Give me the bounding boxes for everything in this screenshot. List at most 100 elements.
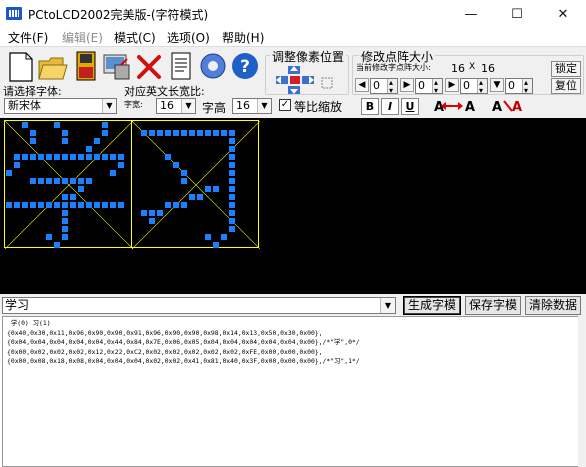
glyph-pixel — [46, 202, 52, 208]
glyph-pixel — [38, 154, 44, 160]
glyph-pixel — [181, 130, 187, 136]
dot-matrix-group: 修改点阵大小 当前修改字点阵大小: 16 X 16 锁定 ◀ 0 ▶ 0 ▶ 0… — [352, 48, 584, 98]
menu-edit[interactable]: 编辑(E) — [62, 29, 103, 46]
open-folder-icon[interactable] — [37, 49, 69, 83]
glyph-pixel — [6, 202, 12, 208]
glyph-pixel — [94, 202, 100, 208]
glyph-pixel — [78, 154, 84, 160]
glyph-pixel — [165, 154, 171, 160]
menu-options[interactable]: 选项(O) — [167, 29, 210, 46]
text-input[interactable]: 学习 ▼ — [2, 297, 396, 314]
spinner-left[interactable]: 0 — [370, 76, 398, 98]
char-width-value: 16 — [160, 99, 174, 112]
glyph-pixel — [205, 234, 211, 240]
width-ratio-label: 对应英文长宽比: — [124, 85, 205, 98]
glyph-cell-xue[interactable] — [4, 120, 133, 249]
glyph-pixel — [14, 162, 20, 168]
import-image-icon[interactable] — [101, 49, 133, 83]
char-height-value: 16 — [236, 99, 250, 112]
glyph-pixel — [229, 178, 235, 184]
minimize-button[interactable]: — — [448, 0, 494, 28]
glyph-pixel — [141, 210, 147, 216]
shrink-right-icon[interactable]: ▶ — [445, 78, 459, 92]
shrink-left-icon[interactable]: ◀ — [355, 78, 369, 92]
char-height-label: 字高 — [202, 101, 227, 115]
glyph-pixel — [22, 202, 28, 208]
menu-mode[interactable]: 模式(C) — [114, 29, 156, 46]
glyph-pixel — [173, 162, 179, 168]
underline-button[interactable]: U — [401, 98, 419, 115]
proportional-label: 等比缩放 — [294, 100, 343, 114]
save-disk-icon[interactable] — [70, 49, 102, 83]
glyph-pixel — [22, 122, 28, 128]
glyph-pixel — [86, 154, 92, 160]
font-select[interactable]: 新宋体 ▼ — [4, 98, 117, 114]
shrink-bottom-icon[interactable]: ▼ — [490, 78, 504, 92]
glyph-pixel — [30, 138, 36, 144]
notes-icon[interactable] — [164, 49, 196, 83]
chevron-down-icon: ▼ — [380, 298, 395, 313]
settings-gear-icon[interactable] — [197, 49, 229, 83]
output-scrollbar[interactable] — [578, 316, 586, 467]
glyph-pixel — [213, 130, 219, 136]
glyph-pixel — [78, 178, 84, 184]
glyph-pixel — [229, 218, 235, 224]
glyph-pixel — [149, 218, 155, 224]
glyph-pixel — [54, 154, 60, 160]
glyph-cell-xi[interactable] — [131, 120, 260, 249]
flip-vertical-icon[interactable]: AA — [490, 97, 532, 115]
spinner-right[interactable]: 0 — [460, 76, 488, 98]
generate-button[interactable]: 生成字模 — [403, 296, 461, 315]
spinner-top[interactable]: 0 — [415, 76, 443, 98]
svg-text:A: A — [512, 100, 522, 115]
pixel-shift-arrows-icon[interactable] — [274, 66, 344, 94]
glyph-pixel — [62, 202, 68, 208]
glyph-pixel — [62, 154, 68, 160]
char-height-select[interactable]: 16 ▼ — [232, 98, 272, 114]
svg-text:?: ? — [240, 57, 250, 77]
close-button[interactable]: ✕ — [540, 0, 586, 28]
glyph-pixel — [110, 154, 116, 160]
proportional-checkbox[interactable]: ✓ — [279, 99, 291, 111]
menu-help[interactable]: 帮助(H) — [222, 29, 264, 46]
glyph-pixel — [22, 154, 28, 160]
glyph-pixel — [149, 130, 155, 136]
spin-arrows-icon — [432, 76, 442, 98]
help-question-icon[interactable]: ? — [229, 49, 261, 83]
svg-text:A: A — [465, 100, 475, 115]
new-file-icon[interactable] — [4, 49, 36, 83]
glyph-canvas[interactable] — [0, 118, 586, 294]
lock-button[interactable]: 锁定 — [551, 61, 581, 77]
spin-arrows-icon — [477, 76, 487, 98]
spin-arrows-icon — [522, 76, 532, 98]
output-line: {0x00,0x08,0x18,0x08,0x04,0x04,0x04,0x02… — [7, 357, 360, 365]
glyph-pixel — [14, 202, 20, 208]
menu-file[interactable]: 文件(F) — [8, 29, 48, 46]
flip-horizontal-icon[interactable]: AA — [432, 97, 478, 115]
output-text[interactable]: 学(0) 习(1) {0x40,0x30,0x11,0x96,0x90,0x90,… — [2, 316, 586, 467]
glyph-pixel — [46, 178, 52, 184]
clear-data-button[interactable]: 清除数据 — [525, 296, 581, 315]
spinner-bottom[interactable]: 0 — [505, 76, 533, 98]
glyph-pixel — [229, 186, 235, 192]
expand-left-icon[interactable]: ▶ — [400, 78, 414, 92]
text-input-value: 学习 — [5, 298, 30, 312]
glyph-pixel — [221, 234, 227, 240]
chevron-down-icon: ▼ — [102, 99, 116, 113]
glyph-pixel — [38, 202, 44, 208]
glyph-pixel — [62, 130, 68, 136]
glyph-pixel — [229, 226, 235, 232]
title-bar: PCtoLCD2002完美版-(字符模式) — ☐ ✕ — [0, 0, 586, 28]
app-icon — [6, 7, 22, 20]
restore-button[interactable]: 复位 — [551, 78, 581, 94]
bold-button[interactable]: B — [361, 98, 379, 115]
save-font-button[interactable]: 保存字模 — [465, 296, 521, 315]
glyph-pixel — [213, 242, 219, 248]
glyph-pixel — [173, 202, 179, 208]
italic-button[interactable]: I — [381, 98, 399, 115]
maximize-button[interactable]: ☐ — [494, 0, 540, 28]
spin-arrows-icon — [387, 76, 397, 98]
font-label: 请选择字体: — [3, 85, 62, 98]
delete-x-icon[interactable] — [133, 49, 165, 83]
char-width-select[interactable]: 16 ▼ — [156, 98, 196, 114]
